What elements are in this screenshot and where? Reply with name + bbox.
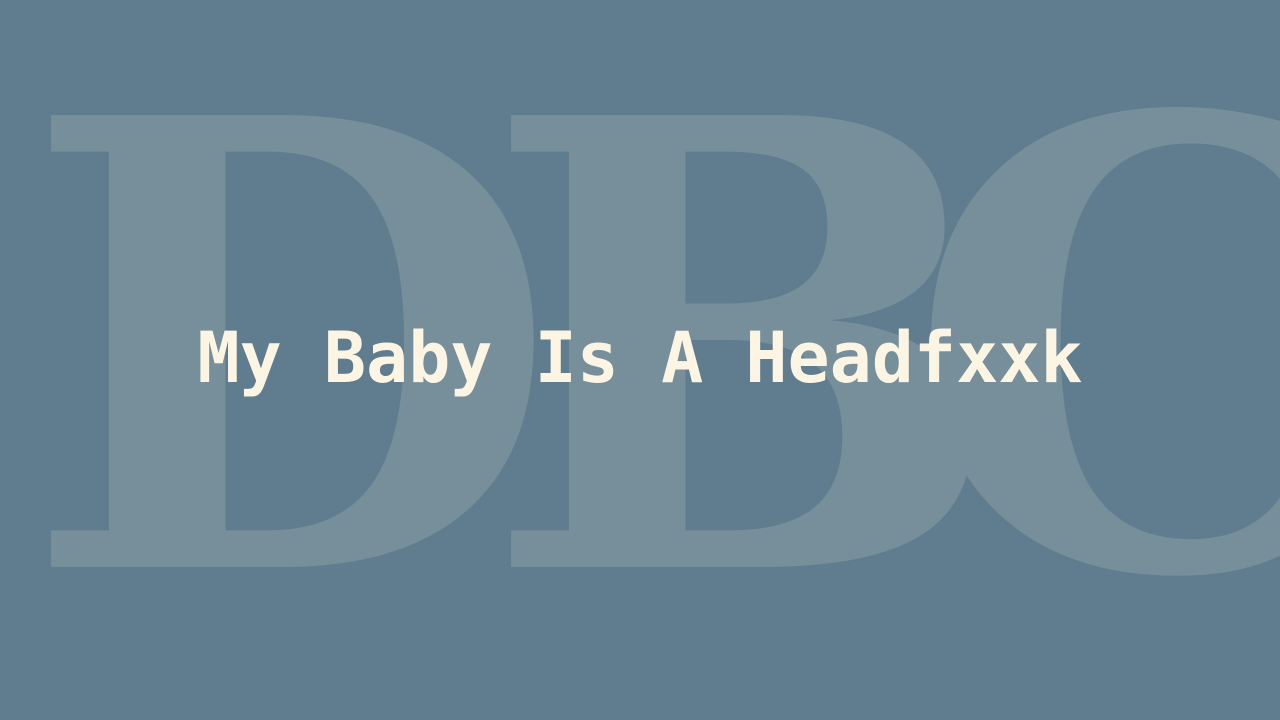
page-title: My Baby Is A Headfxxk — [197, 317, 1083, 399]
